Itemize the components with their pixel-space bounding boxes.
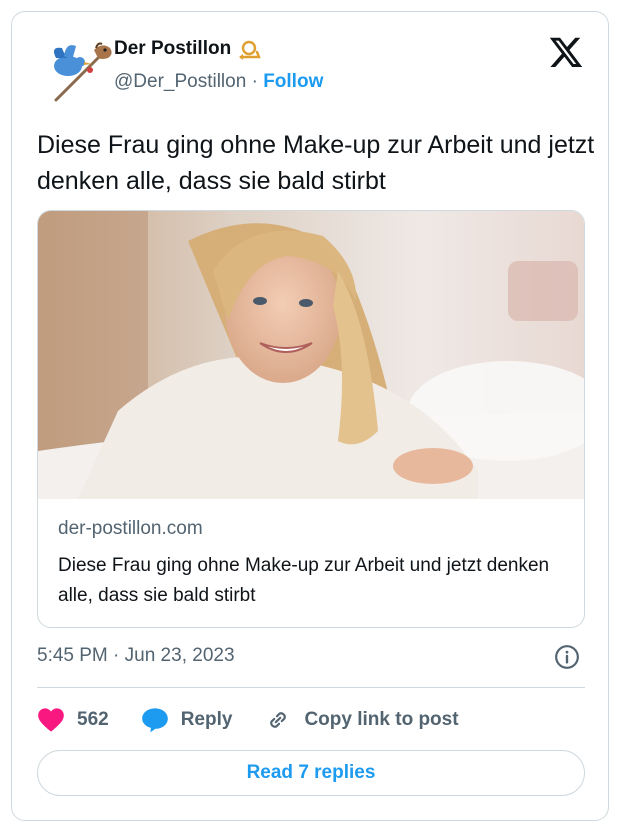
stork-logo-icon	[54, 42, 112, 102]
reply-bubble-icon	[141, 708, 168, 733]
like-button[interactable]: 562	[37, 707, 109, 733]
link-icon	[270, 712, 287, 728]
tweet-card: Der Postillon @Der_Postillon · Follow Di…	[11, 11, 609, 821]
reply-button[interactable]: Reply	[141, 707, 233, 733]
author-name-row: Der Postillon	[114, 38, 263, 60]
handle-separator: ·	[246, 71, 264, 92]
smiling-woman-photo	[38, 211, 584, 499]
reply-label: Reply	[180, 709, 233, 730]
posthorn-icon	[239, 40, 261, 60]
author-handle[interactable]: @Der_Postillon	[114, 71, 246, 92]
like-count: 562	[77, 709, 109, 730]
link-title: Diese Frau ging ohne Make-up zur Arbeit …	[58, 555, 550, 606]
info-icon[interactable]	[554, 644, 580, 670]
heart-icon	[38, 708, 64, 732]
author-handle-row: @Der_Postillon · Follow	[114, 71, 323, 93]
timestamp[interactable]: 5:45 PM · Jun 23, 2023	[37, 645, 235, 667]
link-preview-card[interactable]: der-postillon.com Diese Frau ging ohne M…	[37, 210, 585, 628]
x-logo-icon[interactable]	[548, 34, 584, 70]
tweet-text: Diese Frau ging ohne Make-up zur Arbeit …	[37, 131, 595, 195]
copy-link-button[interactable]: Copy link to post	[264, 707, 459, 733]
avatar[interactable]	[42, 28, 122, 108]
link-domain: der-postillon.com	[58, 518, 203, 539]
copy-link-label: Copy link to post	[304, 709, 459, 730]
read-replies-button[interactable]: Read 7 replies	[37, 750, 585, 796]
follow-button[interactable]: Follow	[263, 71, 323, 92]
action-bar: 562 Reply Copy link to post	[37, 705, 491, 735]
divider	[37, 687, 585, 688]
author-display-name[interactable]: Der Postillon	[114, 38, 231, 60]
